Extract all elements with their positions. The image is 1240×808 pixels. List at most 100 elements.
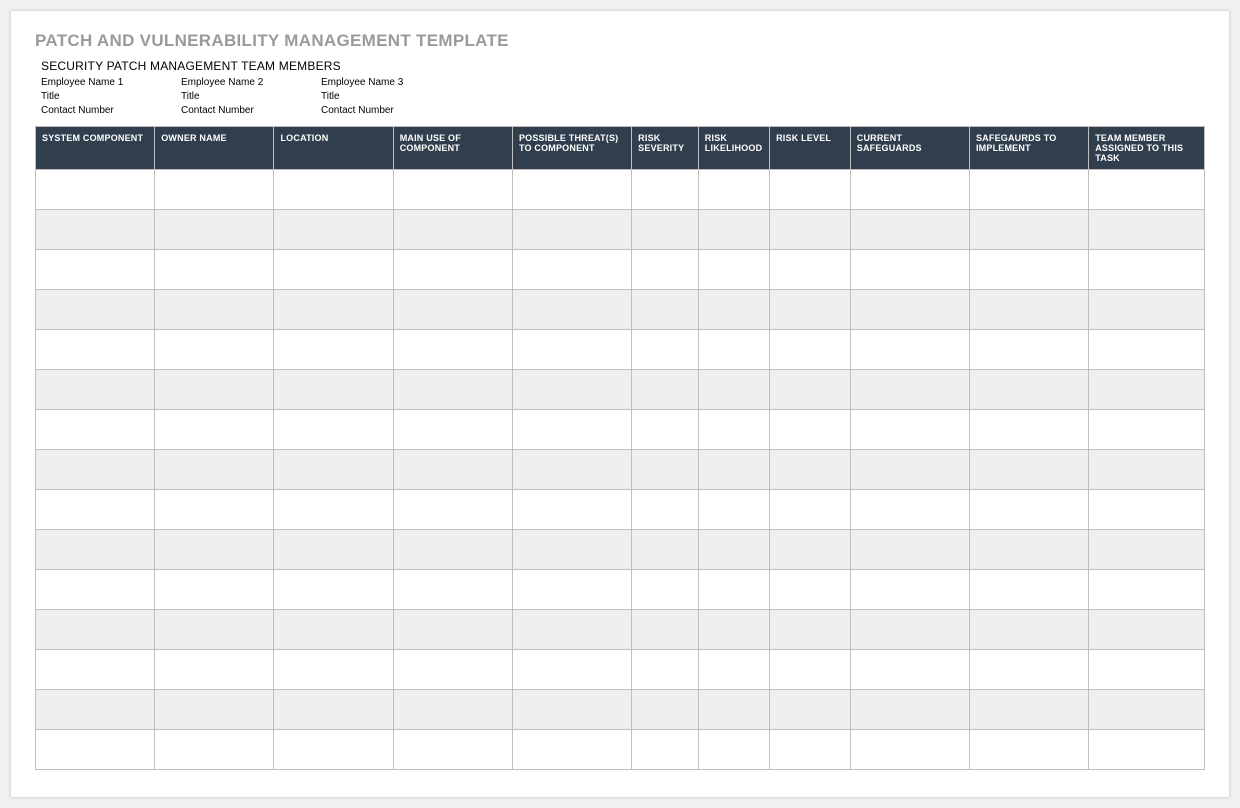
- table-cell[interactable]: [969, 610, 1088, 650]
- table-cell[interactable]: [698, 450, 769, 490]
- table-cell[interactable]: [155, 530, 274, 570]
- table-cell[interactable]: [969, 210, 1088, 250]
- table-cell[interactable]: [969, 290, 1088, 330]
- table-cell[interactable]: [770, 370, 851, 410]
- table-cell[interactable]: [969, 250, 1088, 290]
- table-cell[interactable]: [770, 290, 851, 330]
- table-cell[interactable]: [698, 250, 769, 290]
- table-cell[interactable]: [274, 730, 393, 770]
- table-cell[interactable]: [770, 570, 851, 610]
- table-cell[interactable]: [155, 690, 274, 730]
- table-cell[interactable]: [393, 450, 512, 490]
- table-cell[interactable]: [274, 330, 393, 370]
- table-cell[interactable]: [274, 650, 393, 690]
- table-cell[interactable]: [155, 730, 274, 770]
- table-cell[interactable]: [512, 570, 631, 610]
- table-cell[interactable]: [1089, 370, 1205, 410]
- table-cell[interactable]: [36, 250, 155, 290]
- table-cell[interactable]: [1089, 730, 1205, 770]
- table-cell[interactable]: [698, 410, 769, 450]
- table-cell[interactable]: [770, 650, 851, 690]
- table-cell[interactable]: [969, 530, 1088, 570]
- table-cell[interactable]: [632, 690, 699, 730]
- table-cell[interactable]: [850, 450, 969, 490]
- table-cell[interactable]: [698, 570, 769, 610]
- table-cell[interactable]: [770, 530, 851, 570]
- table-cell[interactable]: [155, 250, 274, 290]
- table-cell[interactable]: [698, 610, 769, 650]
- table-cell[interactable]: [850, 370, 969, 410]
- table-cell[interactable]: [632, 250, 699, 290]
- table-cell[interactable]: [850, 330, 969, 370]
- table-cell[interactable]: [698, 690, 769, 730]
- table-cell[interactable]: [393, 530, 512, 570]
- table-cell[interactable]: [274, 410, 393, 450]
- table-cell[interactable]: [512, 450, 631, 490]
- table-cell[interactable]: [850, 730, 969, 770]
- table-cell[interactable]: [274, 250, 393, 290]
- table-cell[interactable]: [1089, 690, 1205, 730]
- table-cell[interactable]: [36, 490, 155, 530]
- table-cell[interactable]: [155, 450, 274, 490]
- table-cell[interactable]: [850, 610, 969, 650]
- table-cell[interactable]: [1089, 410, 1205, 450]
- table-cell[interactable]: [393, 490, 512, 530]
- table-cell[interactable]: [698, 530, 769, 570]
- table-cell[interactable]: [969, 330, 1088, 370]
- table-cell[interactable]: [36, 290, 155, 330]
- table-cell[interactable]: [393, 330, 512, 370]
- table-cell[interactable]: [698, 170, 769, 210]
- table-cell[interactable]: [1089, 530, 1205, 570]
- table-cell[interactable]: [969, 450, 1088, 490]
- table-cell[interactable]: [969, 690, 1088, 730]
- table-cell[interactable]: [698, 290, 769, 330]
- table-cell[interactable]: [512, 530, 631, 570]
- table-cell[interactable]: [274, 690, 393, 730]
- table-cell[interactable]: [274, 610, 393, 650]
- table-cell[interactable]: [1089, 290, 1205, 330]
- table-cell[interactable]: [36, 210, 155, 250]
- table-cell[interactable]: [969, 490, 1088, 530]
- table-cell[interactable]: [512, 170, 631, 210]
- table-cell[interactable]: [155, 490, 274, 530]
- table-cell[interactable]: [632, 570, 699, 610]
- table-cell[interactable]: [155, 570, 274, 610]
- table-cell[interactable]: [512, 690, 631, 730]
- table-cell[interactable]: [512, 290, 631, 330]
- table-cell[interactable]: [36, 610, 155, 650]
- table-cell[interactable]: [698, 650, 769, 690]
- table-cell[interactable]: [393, 250, 512, 290]
- table-cell[interactable]: [36, 530, 155, 570]
- table-cell[interactable]: [850, 490, 969, 530]
- table-cell[interactable]: [632, 650, 699, 690]
- table-cell[interactable]: [155, 210, 274, 250]
- table-cell[interactable]: [1089, 610, 1205, 650]
- table-cell[interactable]: [850, 210, 969, 250]
- table-cell[interactable]: [770, 250, 851, 290]
- table-cell[interactable]: [36, 370, 155, 410]
- table-cell[interactable]: [36, 730, 155, 770]
- table-cell[interactable]: [274, 570, 393, 610]
- table-cell[interactable]: [274, 450, 393, 490]
- table-cell[interactable]: [512, 250, 631, 290]
- table-cell[interactable]: [512, 490, 631, 530]
- table-cell[interactable]: [512, 210, 631, 250]
- table-cell[interactable]: [969, 650, 1088, 690]
- table-cell[interactable]: [36, 570, 155, 610]
- table-cell[interactable]: [1089, 490, 1205, 530]
- table-cell[interactable]: [512, 330, 631, 370]
- table-cell[interactable]: [36, 450, 155, 490]
- table-cell[interactable]: [632, 410, 699, 450]
- table-cell[interactable]: [969, 170, 1088, 210]
- table-cell[interactable]: [850, 410, 969, 450]
- table-cell[interactable]: [632, 610, 699, 650]
- table-cell[interactable]: [770, 170, 851, 210]
- table-cell[interactable]: [969, 370, 1088, 410]
- table-cell[interactable]: [698, 370, 769, 410]
- table-cell[interactable]: [274, 290, 393, 330]
- table-cell[interactable]: [632, 330, 699, 370]
- table-cell[interactable]: [393, 290, 512, 330]
- table-cell[interactable]: [1089, 450, 1205, 490]
- table-cell[interactable]: [155, 610, 274, 650]
- table-cell[interactable]: [632, 210, 699, 250]
